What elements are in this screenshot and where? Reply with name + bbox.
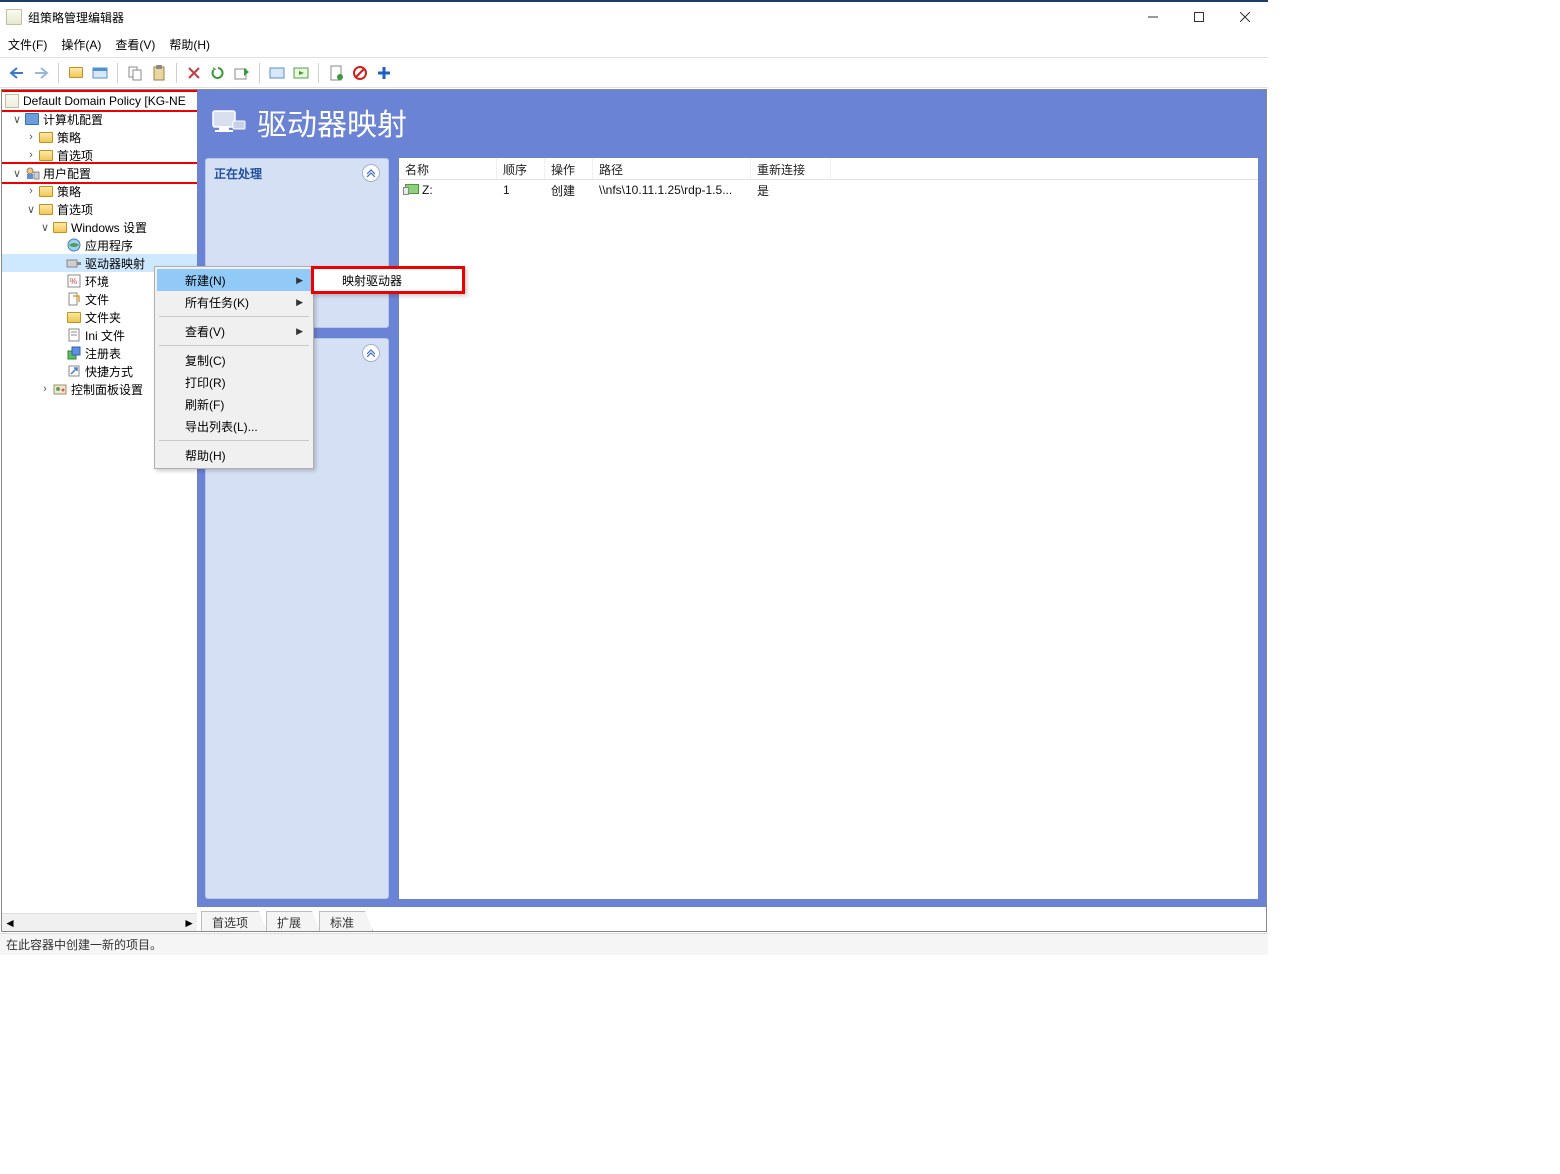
- stop-button[interactable]: [349, 62, 371, 84]
- col-order[interactable]: 顺序: [497, 158, 545, 179]
- col-action[interactable]: 操作: [545, 158, 593, 179]
- app-icon: [6, 9, 22, 25]
- tree-root[interactable]: Default Domain Policy [KG-NE: [2, 92, 197, 110]
- filter-button[interactable]: [266, 62, 288, 84]
- cm-refresh[interactable]: 刷新(F): [157, 393, 311, 415]
- menu-file[interactable]: 文件(F): [8, 36, 47, 53]
- menu-view[interactable]: 查看(V): [115, 36, 155, 53]
- tree-user-config[interactable]: ∨用户配置: [2, 164, 197, 182]
- col-path[interactable]: 路径: [593, 158, 751, 179]
- copy-button[interactable]: [124, 62, 146, 84]
- drive-icon: [405, 184, 419, 194]
- tree-windows-settings[interactable]: ∨Windows 设置: [2, 218, 197, 236]
- back-button[interactable]: [6, 62, 28, 84]
- cm-view[interactable]: 查看(V)▶: [157, 320, 311, 342]
- col-name[interactable]: 名称: [399, 158, 497, 179]
- menu-action[interactable]: 操作(A): [61, 36, 101, 53]
- list-header: 名称 顺序 操作 路径 重新连接: [399, 158, 1258, 180]
- svg-text:%: %: [70, 277, 77, 286]
- status-text: 在此容器中创建一新的项目。: [6, 936, 162, 953]
- window-title: 组策略管理编辑器: [28, 9, 1130, 26]
- submenu-new: 映射驱动器: [311, 266, 465, 294]
- cm-print[interactable]: 打印(R): [157, 371, 311, 393]
- panel-collapse-button[interactable]: [362, 164, 380, 182]
- col-reconnect[interactable]: 重新连接: [751, 158, 831, 179]
- cm-help[interactable]: 帮助(H): [157, 444, 311, 466]
- tree-computer-config[interactable]: ∨计算机配置: [2, 110, 197, 128]
- cm-copy[interactable]: 复制(C): [157, 349, 311, 371]
- tree-prefs-1[interactable]: ›首选项: [2, 146, 197, 164]
- tab-ext[interactable]: 扩展: [266, 911, 320, 931]
- tree-pane: Default Domain Policy [KG-NE ∨计算机配置 ›策略 …: [2, 90, 197, 931]
- delete-button[interactable]: [183, 62, 205, 84]
- menubar: 文件(F) 操作(A) 查看(V) 帮助(H): [0, 32, 1268, 58]
- content-header: 驱动器映射: [197, 90, 1266, 158]
- maximize-button[interactable]: [1176, 2, 1222, 32]
- titlebar: 组策略管理编辑器: [0, 2, 1268, 32]
- tree-prefs-2[interactable]: ∨首选项: [2, 200, 197, 218]
- cm-map-drive[interactable]: 映射驱动器: [314, 269, 462, 291]
- close-button[interactable]: [1222, 2, 1268, 32]
- forward-button[interactable]: [30, 62, 52, 84]
- tree-policies-2[interactable]: ›策略: [2, 182, 197, 200]
- properties-button[interactable]: [89, 62, 111, 84]
- tree-hscroll[interactable]: ◄ ►: [2, 913, 197, 931]
- tab-std[interactable]: 标准: [319, 911, 373, 931]
- content-tabs: 首选项 扩展 标准: [197, 907, 1266, 931]
- menu-help[interactable]: 帮助(H): [169, 36, 210, 53]
- minimize-button[interactable]: [1130, 2, 1176, 32]
- paste-button[interactable]: [148, 62, 170, 84]
- main-area: Default Domain Policy [KG-NE ∨计算机配置 ›策略 …: [1, 89, 1267, 932]
- statusbar: 在此容器中创建一新的项目。: [0, 933, 1268, 955]
- up-button[interactable]: [65, 62, 87, 84]
- tree-policies-1[interactable]: ›策略: [2, 128, 197, 146]
- refresh-button[interactable]: [207, 62, 229, 84]
- list-row[interactable]: Z: 1 创建 \\nfs\10.11.1.25\rdp-1.5... 是: [399, 180, 1258, 200]
- run-button[interactable]: [290, 62, 312, 84]
- cm-export[interactable]: 导出列表(L)...: [157, 415, 311, 437]
- panel-collapse-button-2[interactable]: [362, 344, 380, 362]
- tree-applications[interactable]: 应用程序: [2, 236, 197, 254]
- list-area: 名称 顺序 操作 路径 重新连接 Z: 1 创建 \\nfs\10.11.1.2…: [399, 158, 1258, 899]
- toolbar: [0, 58, 1268, 88]
- content-pane: 驱动器映射 正在处理: [197, 90, 1266, 931]
- scroll-left-icon[interactable]: ◄: [4, 916, 16, 930]
- cm-all-tasks[interactable]: 所有任务(K)▶: [157, 291, 311, 313]
- tab-prefs[interactable]: 首选项: [201, 911, 267, 931]
- cm-new[interactable]: 新建(N)▶ 映射驱动器: [157, 269, 311, 291]
- export-button[interactable]: [231, 62, 253, 84]
- content-title: 驱动器映射: [257, 100, 407, 144]
- panel-processing-title: 正在处理: [214, 165, 262, 182]
- drive-map-icon: [211, 107, 247, 137]
- scroll-right-icon[interactable]: ►: [183, 916, 195, 930]
- context-menu: 新建(N)▶ 映射驱动器 所有任务(K)▶ 查看(V)▶ 复制(C) 打印(R)…: [154, 266, 314, 469]
- doc-button[interactable]: [325, 62, 347, 84]
- add-button[interactable]: [373, 62, 395, 84]
